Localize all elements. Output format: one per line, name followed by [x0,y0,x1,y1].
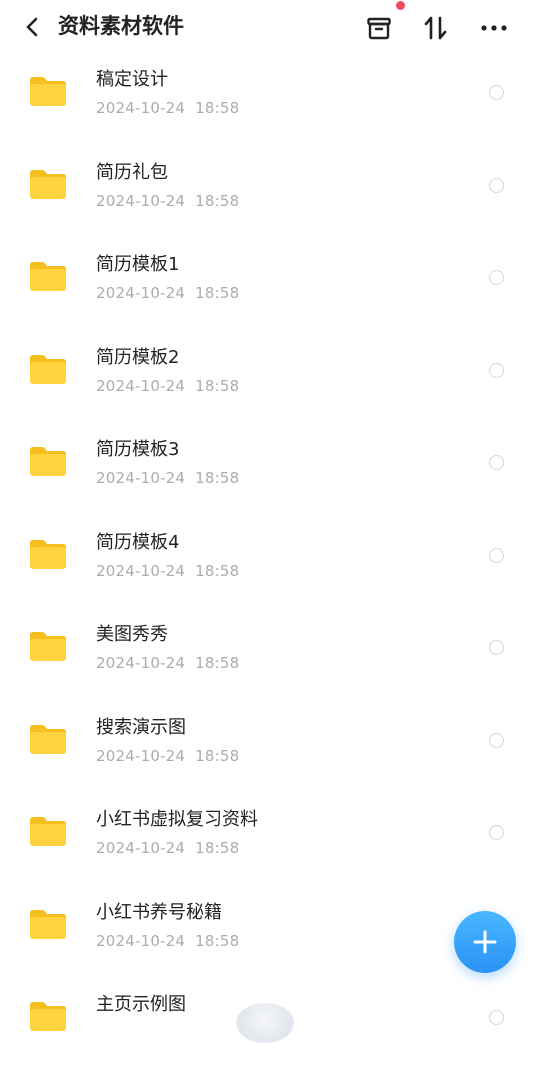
file-row[interactable]: 小红书虚拟复习资料 2024-10-24 18:58 [0,788,535,880]
archive-box-icon [367,17,391,40]
notification-badge [396,1,405,10]
select-radio[interactable] [489,640,504,655]
folder-icon [28,74,68,108]
file-date: 2024-10-24 [96,99,186,117]
folder-icon [28,999,68,1033]
select-radio[interactable] [489,362,504,378]
file-name: 小红书养号秘籍 [96,901,222,923]
file-time: 18:58 [195,561,240,580]
sort-arrows-icon [424,16,447,40]
file-time: 18:58 [195,654,240,672]
file-name: 简历模板4 [96,531,180,553]
top-bar: 资料素材软件 [0,0,535,54]
select-radio[interactable] [489,1010,504,1025]
plus-icon [473,930,497,954]
file-row[interactable]: 简历模板1 2024-10-24 18:58 [0,233,535,325]
file-date: 2024-10-24 [96,746,186,765]
file-modified-time: 2024-10-24 18:58 [96,746,239,766]
folder-icon [28,352,68,386]
file-name: 简历模板3 [96,439,180,460]
file-modified-time: 2024-10-24 18:58 [96,838,239,858]
select-radio[interactable] [489,455,504,470]
file-date: 2024-10-24 [96,839,186,857]
file-modified-time: 2024-10-24 18:58 [96,931,239,951]
file-name: 主页示例图 [96,994,186,1015]
file-time: 18:58 [195,746,240,765]
more-button[interactable] [479,13,509,43]
file-modified-time: 2024-10-24 18:58 [96,98,239,118]
file-time: 18:58 [195,191,240,210]
sort-button[interactable] [421,13,451,43]
file-row[interactable]: 简历模板4 2024-10-24 18:58 [0,511,535,603]
file-date: 2024-10-24 [96,931,186,950]
file-time: 18:58 [195,284,240,302]
folder-icon [28,814,68,848]
file-date: 2024-10-24 [96,191,186,210]
file-name: 搜索演示图 [96,716,186,738]
chevron-left-icon [26,17,38,37]
floating-ball[interactable] [236,1003,294,1043]
file-name: 简历模板2 [96,346,180,368]
select-radio[interactable] [489,547,504,563]
file-row[interactable]: 简历模板3 2024-10-24 18:58 [0,418,535,510]
file-name: 简历礼包 [96,161,168,183]
file-row[interactable]: 简历礼包 2024-10-24 18:58 [0,141,535,233]
select-radio[interactable] [489,732,504,748]
file-name: 稿定设计 [96,69,168,90]
file-row[interactable]: 搜索演示图 2024-10-24 18:58 [0,696,535,788]
file-time: 18:58 [195,469,240,487]
file-date: 2024-10-24 [96,376,186,395]
file-modified-time: 2024-10-24 18:58 [96,653,239,673]
file-modified-time: 2024-10-24 18:58 [96,283,239,303]
folder-icon [28,259,68,293]
folder-icon [28,444,68,478]
file-time: 18:58 [195,376,240,395]
select-radio[interactable] [489,85,504,100]
file-row[interactable]: 小红书养号秘籍 2024-10-24 18:58 [0,881,535,973]
file-modified-time: 2024-10-24 18:58 [96,468,239,488]
archive-button[interactable] [364,13,394,43]
file-time: 18:58 [195,839,240,857]
file-modified-time: 2024-10-24 18:58 [96,376,239,396]
file-date: 2024-10-24 [96,654,186,672]
back-button[interactable] [20,13,44,41]
page-title: 资料素材软件 [58,14,184,38]
file-time: 18:58 [195,99,240,117]
file-date: 2024-10-24 [96,469,186,487]
select-radio[interactable] [489,825,504,840]
folder-icon [28,907,68,941]
select-radio[interactable] [489,270,504,285]
file-row[interactable]: 稿定设计 2024-10-24 18:58 [0,48,535,140]
select-radio[interactable] [489,177,504,193]
file-name: 美图秀秀 [96,624,168,645]
folder-icon [28,722,68,756]
file-modified-time: 2024-10-24 18:58 [96,191,239,211]
folder-icon [28,629,68,663]
add-button[interactable] [454,911,516,973]
file-date: 2024-10-24 [96,284,186,302]
file-row[interactable]: 简历模板2 2024-10-24 18:58 [0,326,535,418]
file-date: 2024-10-24 [96,561,186,580]
more-dots-icon [481,25,507,31]
folder-icon [28,537,68,571]
file-name: 小红书虚拟复习资料 [96,809,258,830]
folder-icon [28,167,68,201]
file-row[interactable]: 美图秀秀 2024-10-24 18:58 [0,603,535,695]
file-time: 18:58 [195,931,240,950]
file-name: 简历模板1 [96,254,180,275]
file-modified-time: 2024-10-24 18:58 [96,561,239,581]
